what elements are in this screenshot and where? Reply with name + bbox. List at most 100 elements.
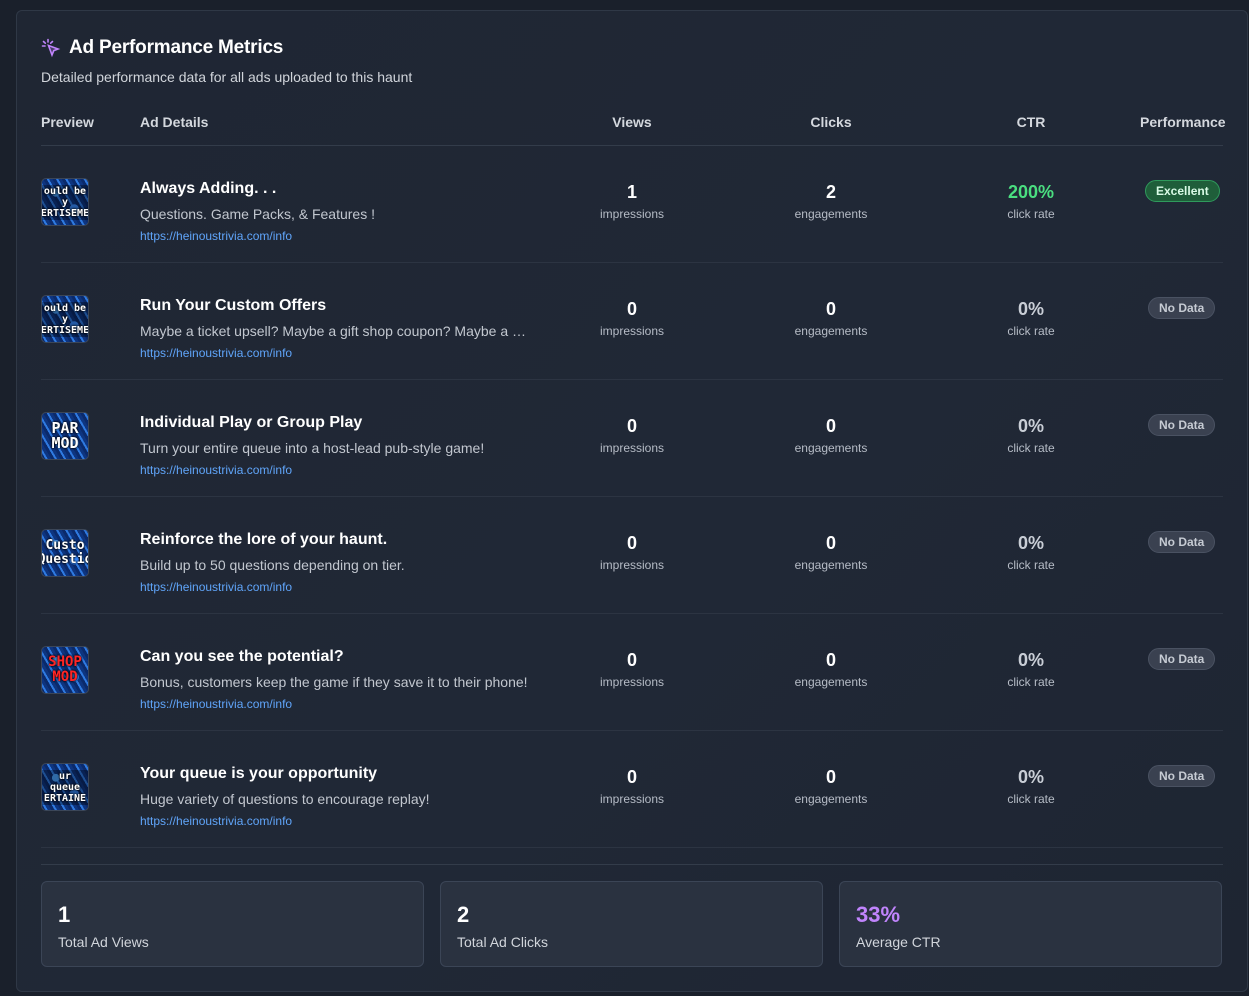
ctr-label: click rate — [1007, 207, 1055, 221]
clicks-value: 0 — [825, 767, 836, 787]
column-header-ad-details: Ad Details — [140, 114, 209, 130]
ad-thumbnail[interactable]: PAR MOD — [41, 412, 89, 460]
ad-details: Your queue is your opportunity Huge vari… — [140, 765, 530, 828]
ctr-value: 0% — [1017, 416, 1044, 436]
ad-link[interactable]: https://heinoustrivia.com/info — [140, 814, 530, 828]
views-cell: 0 impressions — [572, 416, 692, 455]
ctr-cell: 0% click rate — [971, 650, 1091, 689]
views-value: 0 — [626, 299, 637, 319]
card-header: Ad Performance Metrics Detailed performa… — [41, 37, 412, 85]
column-header-views: Views — [612, 114, 652, 130]
column-header-ctr: CTR — [1016, 114, 1046, 130]
views-value: 0 — [626, 650, 637, 670]
average-ctr-value: 33% — [856, 902, 901, 927]
clicks-label: engagements — [794, 558, 868, 572]
ad-link[interactable]: https://heinoustrivia.com/info — [140, 580, 530, 594]
total-clicks-card: 2 Total Ad Clicks — [440, 881, 823, 967]
ctr-cell: 0% click rate — [971, 416, 1091, 455]
ctr-value: 0% — [1017, 650, 1044, 670]
column-header-performance: Performance — [1140, 114, 1226, 130]
ctr-cell: 0% click rate — [971, 533, 1091, 572]
ad-thumbnail[interactable]: SHOP MOD — [41, 646, 89, 694]
clicks-cell: 2 engagements — [771, 182, 891, 221]
ctr-label: click rate — [1007, 792, 1055, 806]
views-cell: 0 impressions — [572, 767, 692, 806]
performance-badge: No Data — [1148, 414, 1216, 436]
column-header-clicks: Clicks — [810, 114, 852, 130]
table-row: ould be y ERTISEME Run Your Custom Offer… — [41, 263, 1223, 380]
ad-link[interactable]: https://heinoustrivia.com/info — [140, 463, 530, 477]
clicks-value: 0 — [825, 299, 836, 319]
ad-performance-card: Ad Performance Metrics Detailed performa… — [16, 10, 1248, 992]
clicks-cell: 0 engagements — [771, 650, 891, 689]
clicks-label: engagements — [794, 792, 868, 806]
summary-section: 1 Total Ad Views 2 Total Ad Clicks 33% A… — [41, 864, 1223, 967]
table-row: SHOP MOD Can you see the potential? Bonu… — [41, 614, 1223, 731]
views-cell: 0 impressions — [572, 650, 692, 689]
average-ctr-label: Average CTR — [856, 934, 941, 950]
title-row: Ad Performance Metrics — [41, 37, 412, 59]
table-row: Custo Questio Reinforce the lore of your… — [41, 497, 1223, 614]
views-cell: 0 impressions — [572, 533, 692, 572]
clicks-label: engagements — [794, 675, 868, 689]
ctr-value: 0% — [1017, 299, 1044, 319]
page-title: Ad Performance Metrics — [69, 37, 284, 58]
total-clicks-label: Total Ad Clicks — [457, 934, 549, 950]
ad-description: Bonus, customers keep the game if they s… — [140, 674, 528, 690]
ad-details: Always Adding. . . Questions. Game Packs… — [140, 180, 530, 243]
ad-title: Can you see the potential? — [140, 648, 344, 665]
ad-link[interactable]: https://heinoustrivia.com/info — [140, 346, 530, 360]
views-label: impressions — [599, 207, 665, 221]
performance-badge: No Data — [1148, 531, 1216, 553]
sparkle-cursor-icon — [41, 38, 61, 58]
ad-link[interactable]: https://heinoustrivia.com/info — [140, 229, 530, 243]
clicks-label: engagements — [794, 207, 868, 221]
clicks-label: engagements — [794, 324, 868, 338]
ad-thumbnail[interactable]: ould be y ERTISEME — [41, 295, 89, 343]
views-label: impressions — [599, 558, 665, 572]
clicks-cell: 0 engagements — [771, 767, 891, 806]
total-clicks-value: 2 — [457, 902, 470, 927]
views-cell: 0 impressions — [572, 299, 692, 338]
ad-link[interactable]: https://heinoustrivia.com/info — [140, 697, 530, 711]
views-label: impressions — [599, 675, 665, 689]
performance-badge: No Data — [1148, 765, 1216, 787]
total-views-label: Total Ad Views — [58, 934, 149, 950]
thumbnail-text: Custo Questio — [42, 538, 88, 567]
clicks-value: 0 — [825, 416, 836, 436]
ad-details: Run Your Custom Offers Maybe a ticket up… — [140, 297, 530, 360]
ctr-cell: 200% click rate — [971, 182, 1091, 221]
ctr-value: 0% — [1017, 533, 1044, 553]
ad-title: Always Adding. . . — [140, 180, 277, 197]
ad-description: Huge variety of questions to encourage r… — [140, 791, 430, 807]
ctr-label: click rate — [1007, 324, 1055, 338]
views-label: impressions — [599, 441, 665, 455]
performance-badge: Excellent — [1145, 180, 1220, 202]
ad-thumbnail[interactable]: ur queue ERTAINE — [41, 763, 89, 811]
ad-description: Questions. Game Packs, & Features ! — [140, 206, 375, 222]
views-value: 0 — [626, 767, 637, 787]
total-views-value: 1 — [58, 902, 71, 927]
views-label: impressions — [599, 792, 665, 806]
ad-details: Reinforce the lore of your haunt. Build … — [140, 531, 530, 594]
views-value: 0 — [626, 533, 637, 553]
thumbnail-text: ould be y ERTISEME — [41, 184, 89, 220]
ad-title: Reinforce the lore of your haunt. — [140, 531, 388, 548]
performance-badge: No Data — [1148, 297, 1216, 319]
ad-thumbnail[interactable]: Custo Questio — [41, 529, 89, 577]
ctr-value: 200% — [1007, 182, 1055, 202]
views-label: impressions — [599, 324, 665, 338]
views-cell: 1 impressions — [572, 182, 692, 221]
ctr-cell: 0% click rate — [971, 299, 1091, 338]
clicks-cell: 0 engagements — [771, 299, 891, 338]
clicks-value: 0 — [825, 533, 836, 553]
ad-thumbnail[interactable]: ould be y ERTISEME — [41, 178, 89, 226]
thumbnail-text: PAR MOD — [51, 419, 79, 452]
page-subtitle: Detailed performance data for all ads up… — [41, 69, 413, 85]
ad-title: Individual Play or Group Play — [140, 414, 363, 431]
ad-details: Individual Play or Group Play Turn your … — [140, 414, 530, 477]
clicks-value: 0 — [825, 650, 836, 670]
ad-title: Your queue is your opportunity — [140, 765, 378, 782]
ctr-label: click rate — [1007, 558, 1055, 572]
ad-details: Can you see the potential? Bonus, custom… — [140, 648, 530, 711]
